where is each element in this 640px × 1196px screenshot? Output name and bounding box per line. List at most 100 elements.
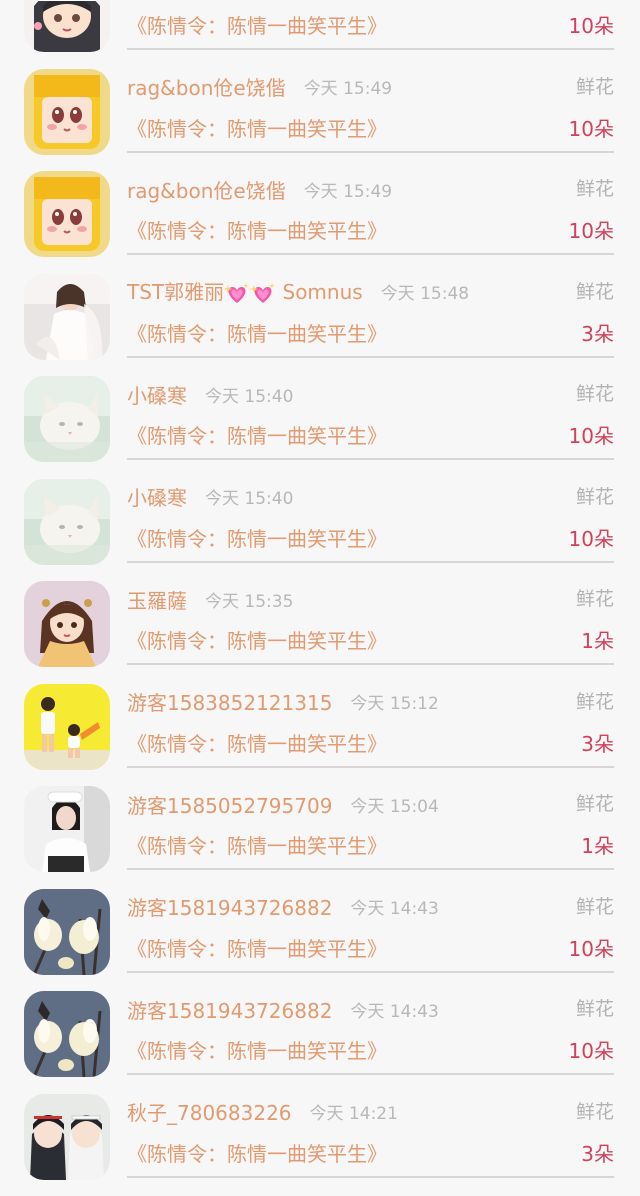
gift-record-row[interactable]: 游客1583852121315 今天 15:12 鲜花 《陈情令：陈情一曲笑平生》 3朵	[0, 672, 640, 775]
timestamp: 今天 15:40	[205, 489, 294, 509]
name-line: rag&bon伧e饶偕 今天 15:49	[127, 70, 392, 104]
user-avatar[interactable]	[24, 478, 110, 565]
work-title-link[interactable]: 《陈情令：陈情一曲笑平生》	[127, 625, 387, 654]
username[interactable]: 游客1581943726882	[127, 995, 332, 1024]
avatar-bride-photo	[24, 273, 110, 360]
gift-count: 1朵	[581, 629, 614, 653]
timestamp: 今天 14:43	[350, 1001, 439, 1022]
sparkling-heart-icon	[250, 281, 276, 307]
username[interactable]: 秋子_780683226	[127, 1097, 292, 1126]
username[interactable]: 游客1583852121315	[127, 687, 332, 716]
work-title-link[interactable]: 《陈情令：陈情一曲笑平生》	[127, 1035, 387, 1064]
gift-record-row[interactable]: TST郭雅丽 Somnus 今天 15:48 鲜花 《陈情令：陈情一曲笑平生》 3朵	[0, 262, 640, 365]
user-avatar[interactable]	[24, 683, 110, 770]
work-title-link[interactable]: 《陈情令：陈情一曲笑平生》	[127, 728, 387, 757]
name-line: TST郭雅丽 Somnus 今天 15:48	[127, 275, 469, 309]
avatar-yellow-figure	[24, 68, 110, 155]
user-avatar[interactable]	[24, 171, 110, 257]
gift-record-row[interactable]: 游客1585052795709 今天 15:04 鲜花 《陈情令：陈情一曲笑平生》 1朵	[0, 774, 640, 877]
username[interactable]: 游客1585052795709	[127, 790, 332, 819]
avatar-white-cat	[24, 376, 110, 462]
name-line: 小磉寒 今天 15:40	[127, 377, 293, 411]
gift-type-label: 鲜花	[575, 895, 614, 918]
avatar-chibi-boy	[24, 0, 110, 52]
sparkling-heart-icon	[224, 281, 250, 307]
username[interactable]: rag&bon伧e饶偕	[127, 72, 286, 101]
name-line: 游客1581943726882 今天 14:43	[127, 992, 439, 1026]
gift-type-label: 鲜花	[575, 178, 614, 200]
timestamp: 今天 15:49	[303, 181, 393, 202]
gift-record-row[interactable]: rag&bon伧e饶偕 今天 15:49 鲜花《陈情令：陈情一曲笑平生》 10朵	[0, 159, 640, 262]
timestamp: 今天 14:21	[309, 1104, 398, 1124]
row-divider	[127, 48, 614, 50]
username[interactable]: 小磉寒	[127, 380, 187, 409]
gift-count: 1朵	[581, 834, 614, 858]
row-divider	[127, 1175, 614, 1178]
user-avatar[interactable]	[24, 1093, 110, 1180]
name-line: 玉羅薩 今天 15:35	[127, 582, 293, 616]
gift-count: 10朵	[568, 1039, 614, 1063]
user-avatar[interactable]	[24, 376, 110, 462]
gift-record-row[interactable]: 游客1581943726882 今天 14:43 鲜花 《陈情令：陈情一曲笑平生》 10…	[0, 877, 640, 980]
username[interactable]: 小磉寒	[127, 482, 187, 511]
work-title-link[interactable]: 《陈情令：陈情一曲笑平生》	[127, 830, 387, 859]
user-avatar[interactable]	[24, 888, 110, 975]
gift-type-label: 鲜花	[575, 588, 614, 610]
name-line: rag&bon伧e饶偕 今天 15:49	[127, 172, 392, 206]
user-avatar[interactable]	[24, 991, 110, 1077]
avatar-magnolia	[24, 991, 110, 1077]
row-divider	[127, 458, 614, 460]
avatar-figurines	[24, 1093, 110, 1180]
gift-record-row[interactable]: 莫怜玉今天 16:06鲜花《陈情令：陈情一曲笑平生》10朵	[0, 0, 640, 57]
work-title-link[interactable]: 《陈情令：陈情一曲笑平生》	[127, 933, 387, 962]
row-divider	[127, 253, 614, 255]
timestamp: 今天 15:04	[350, 796, 439, 817]
gift-record-row[interactable]: 玉羅薩 今天 15:35 鲜花《陈情令：陈情一曲笑平生》 1朵	[0, 569, 640, 672]
name-line: 游客1585052795709 今天 15:04	[127, 787, 439, 821]
work-title-link[interactable]: 《陈情令：陈情一曲笑平生》	[127, 10, 387, 39]
gift-record-row[interactable]: 游客1581943726882 今天 14:43 鲜花《陈情令：陈情一曲笑平生》 10…	[0, 979, 640, 1082]
work-title-link[interactable]: 《陈情令：陈情一曲笑平生》	[127, 113, 387, 142]
row-divider	[127, 765, 614, 768]
gift-count: 3朵	[581, 1141, 614, 1166]
gift-type-label: 鲜花	[575, 690, 614, 713]
name-line: 游客1581943726882 今天 14:43	[127, 890, 439, 924]
gift-count: 10朵	[568, 424, 614, 448]
work-title-link[interactable]: 《陈情令：陈情一曲笑平生》	[127, 318, 387, 347]
username-part: Somnus	[276, 280, 363, 305]
avatar-woman-photo	[24, 786, 110, 872]
user-avatar[interactable]	[24, 68, 110, 155]
row-divider	[127, 355, 614, 358]
user-avatar[interactable]	[24, 786, 110, 872]
user-avatar[interactable]	[24, 273, 110, 360]
work-title-link[interactable]: 《陈情令：陈情一曲笑平生》	[127, 420, 387, 449]
timestamp: 今天 15:35	[205, 591, 294, 612]
username[interactable]: 玉羅薩	[127, 585, 187, 614]
name-line: 秋子_780683226 今天 14:21	[127, 1095, 398, 1129]
gift-record-row[interactable]: 秋子_780683226 今天 14:21 鲜花《陈情令：陈情一曲笑平生》 3朵	[0, 1082, 640, 1185]
username[interactable]: TST郭雅丽 Somnus	[127, 276, 363, 307]
gift-type-label: 鲜花	[575, 998, 614, 1020]
gift-record-row[interactable]: 小磉寒 今天 15:40 鲜花 《陈情令：陈情一曲笑平生》 10朵	[0, 467, 640, 570]
gift-count: 10朵	[568, 219, 614, 243]
user-avatar[interactable]	[24, 0, 110, 52]
timestamp: 今天 15:40	[205, 386, 294, 407]
gift-record-row[interactable]: 小磉寒 今天 15:40 鲜花 《陈情令：陈情一曲笑平生》 10朵	[0, 364, 640, 467]
gift-count: 3朵	[581, 321, 614, 346]
username[interactable]: rag&bon伧e饶偕	[127, 175, 286, 204]
avatar-anime-girl	[24, 581, 110, 667]
gift-type-label: 鲜花	[575, 1100, 614, 1123]
work-title-link[interactable]: 《陈情令：陈情一曲笑平生》	[127, 1138, 387, 1167]
timestamp: 今天 15:12	[350, 694, 439, 714]
avatar-white-cat	[24, 478, 110, 565]
username[interactable]: 游客1581943726882	[127, 892, 332, 921]
work-title-link[interactable]: 《陈情令：陈情一曲笑平生》	[127, 523, 387, 552]
timestamp: 今天 15:49	[303, 79, 393, 99]
work-title-link[interactable]: 《陈情令：陈情一曲笑平生》	[127, 215, 387, 244]
avatar-magnolia	[24, 888, 110, 975]
timestamp: 今天 14:43	[350, 899, 439, 919]
user-avatar[interactable]	[24, 581, 110, 667]
gift-record-row[interactable]: rag&bon伧e饶偕 今天 15:49 鲜花 《陈情令：陈情一曲笑平生》 10朵	[0, 57, 640, 160]
name-line: 小磉寒 今天 15:40	[127, 480, 293, 514]
gift-type-label: 鲜花	[575, 485, 614, 508]
